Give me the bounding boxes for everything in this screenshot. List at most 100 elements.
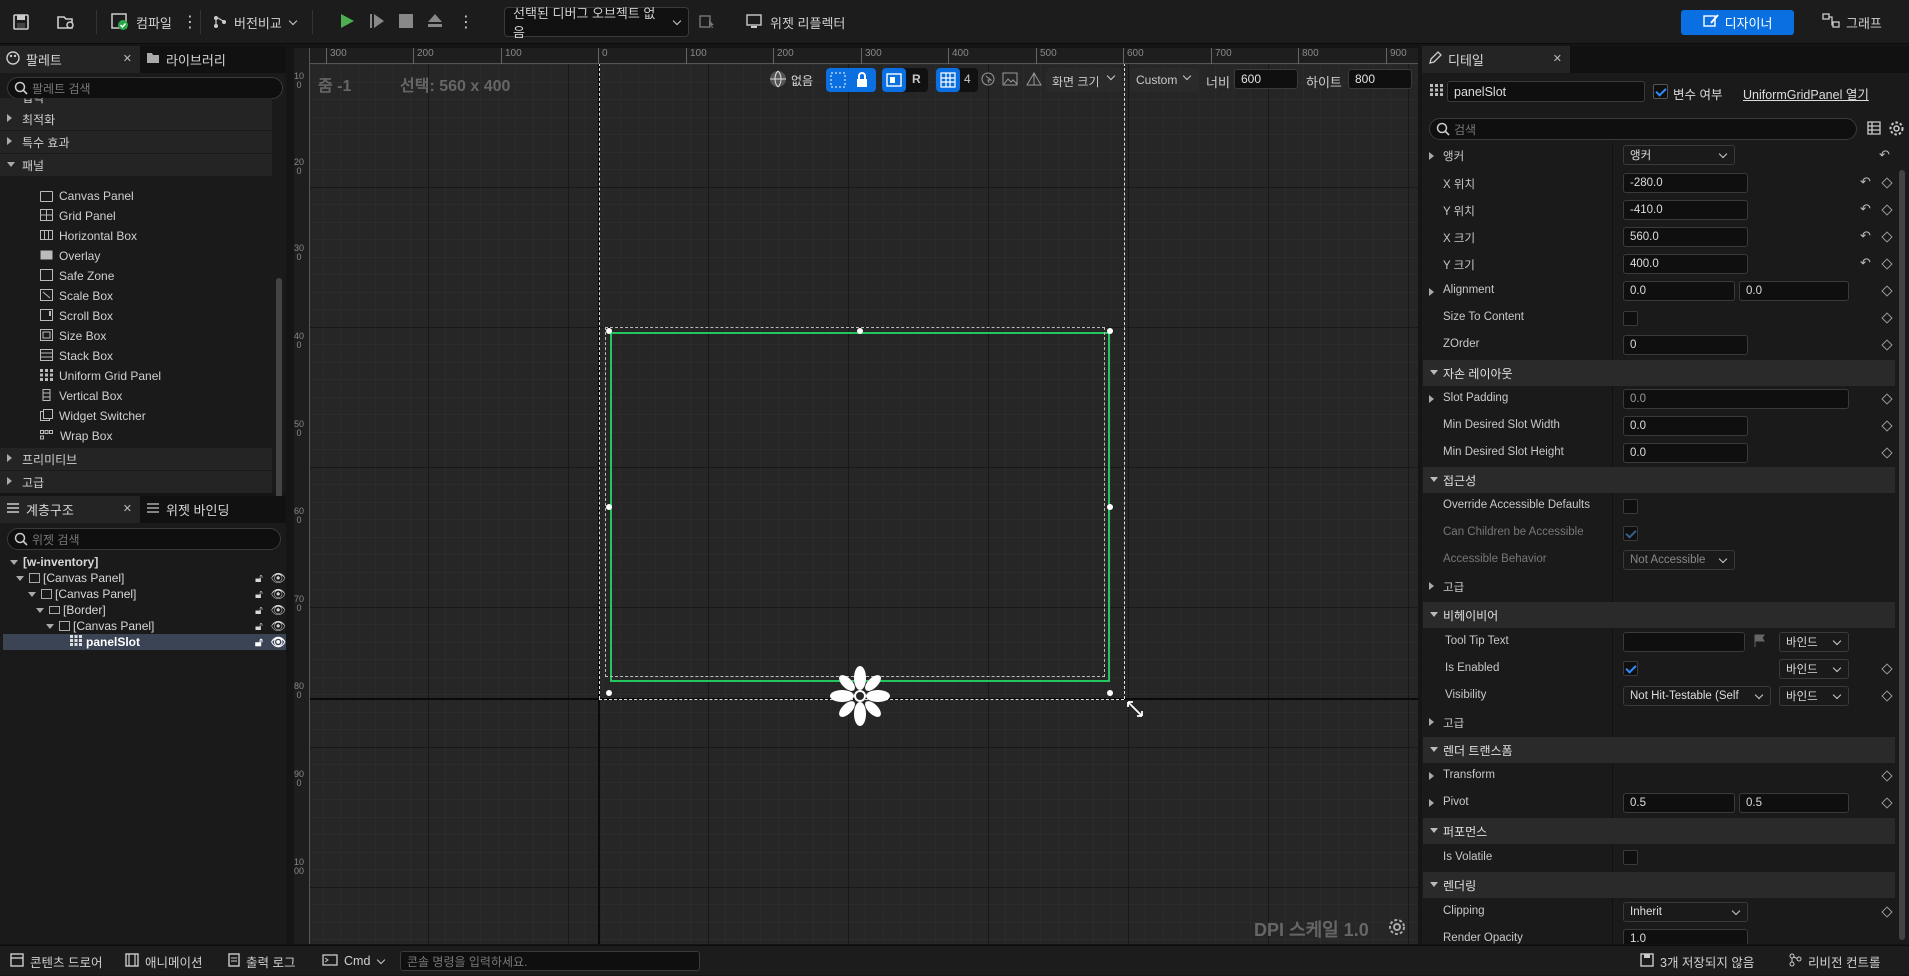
palette-item-widget-switcher[interactable]: Widget Switcher	[40, 406, 146, 426]
play-button[interactable]	[338, 8, 356, 36]
palette-item-vertical-box[interactable]: Vertical Box	[40, 386, 122, 406]
tree-row-border[interactable]: [Border] 🔓︎ 👁︎	[36, 602, 286, 618]
revision-control-button[interactable]: 리비전 컨트롤	[1788, 946, 1880, 976]
resize-handle-l[interactable]	[606, 504, 612, 510]
section-accessibility[interactable]: 접근성	[1423, 467, 1895, 493]
tab-widget-bindings[interactable]: 위젯 바인딩	[140, 496, 286, 523]
reset-icon[interactable]: ↶	[1860, 228, 1871, 244]
render-opacity-input[interactable]: 1.0	[1623, 929, 1748, 944]
alignment-y-input[interactable]: 0.0	[1739, 281, 1849, 301]
accessible-behavior-dropdown[interactable]: Not Accessible	[1623, 550, 1735, 570]
visibility-bind-dropdown[interactable]: 바인드	[1779, 686, 1849, 706]
is-variable-checkbox[interactable]	[1653, 84, 1668, 99]
expand-arrow-icon[interactable]	[1429, 772, 1434, 780]
tab-library[interactable]: 라이브러리	[140, 46, 286, 73]
palette-item-stack-box[interactable]: Stack Box	[40, 346, 113, 366]
expand-arrow-icon[interactable]	[1429, 718, 1434, 726]
palette-item-overlay[interactable]: Overlay	[40, 246, 100, 266]
visibility-dropdown[interactable]: Not Hit-Testable (Self	[1623, 686, 1771, 706]
keyframe-diamond-icon[interactable]	[1881, 770, 1893, 782]
keyframe-diamond-icon[interactable]	[1881, 204, 1893, 216]
tooltip-bind-dropdown[interactable]: 바인드	[1779, 632, 1849, 652]
reset-icon[interactable]: ↶	[1879, 147, 1890, 163]
expand-arrow-icon[interactable]	[1429, 582, 1434, 590]
palette-search-input[interactable]: 팔레트 검색	[7, 77, 283, 99]
resize-handle-br[interactable]	[1107, 690, 1113, 696]
eye-icon[interactable]: 👁︎	[271, 619, 286, 634]
table-view-icon[interactable]	[1867, 121, 1881, 138]
screen-size-dropdown[interactable]: 화면 크기	[1046, 68, 1122, 92]
content-drawer-button[interactable]: 콘텐츠 드로어	[10, 946, 102, 976]
keyframe-diamond-icon[interactable]	[1881, 231, 1893, 243]
eye-icon[interactable]: 👁︎	[271, 571, 286, 586]
tab-palette[interactable]: 팔레트 ✕	[0, 46, 140, 73]
lock-icon[interactable]: 🔓︎	[255, 619, 263, 634]
palette-category-panel[interactable]: 패널	[0, 154, 272, 176]
reset-icon[interactable]: ↶	[1860, 255, 1871, 271]
keyframe-diamond-icon[interactable]	[1881, 312, 1893, 324]
cmd-dropdown[interactable]: Cmd	[322, 946, 386, 976]
is-enabled-bind-dropdown[interactable]: 바인드	[1779, 659, 1849, 679]
palette-item-safe-zone[interactable]: Safe Zone	[40, 266, 114, 286]
resize-screen-icon[interactable]	[1126, 700, 1144, 721]
details-search-input[interactable]: 검색	[1429, 118, 1857, 140]
tooltip-input[interactable]	[1623, 632, 1745, 652]
section-child-layout[interactable]: 자손 레이아웃	[1423, 360, 1895, 386]
step-button[interactable]	[368, 8, 386, 36]
width-input[interactable]: 600	[1234, 69, 1298, 89]
override-accessible-checkbox[interactable]	[1623, 499, 1638, 514]
keyframe-diamond-icon[interactable]	[1881, 258, 1893, 270]
settings-gear-icon[interactable]	[1889, 121, 1904, 139]
dotted-box-icon[interactable]	[830, 72, 846, 91]
close-icon[interactable]: ✕	[123, 52, 132, 65]
palette-item-size-box[interactable]: Size Box	[40, 326, 106, 346]
section-performance[interactable]: 퍼포먼스	[1423, 818, 1895, 844]
keyframe-diamond-icon[interactable]	[1881, 420, 1893, 432]
alignment-x-input[interactable]: 0.0	[1623, 281, 1735, 301]
unsaved-button[interactable]: 3개 저장되지 않음	[1640, 946, 1754, 976]
eject-button[interactable]	[426, 8, 444, 36]
section-render-transform[interactable]: 렌더 트랜스폼	[1423, 737, 1895, 763]
resize-handle-r[interactable]	[1107, 504, 1113, 510]
designer-mode-button[interactable]: 디자이너	[1681, 10, 1794, 35]
grid-snap-value[interactable]: 4	[964, 72, 971, 86]
section-behavior[interactable]: 비헤이비어	[1423, 602, 1895, 628]
palette-category-special-effects[interactable]: 특수 효과	[0, 131, 272, 153]
palette-category-primitive[interactable]: 프리미티브	[0, 448, 272, 470]
console-input[interactable]: 콘솔 명령을 입력하세요.	[400, 951, 700, 971]
tree-row-canvas-panel-3[interactable]: [Canvas Panel] 🔓︎ 👁︎	[46, 618, 286, 634]
resize-handle-tr[interactable]	[1107, 328, 1113, 334]
image-preview-button[interactable]	[1000, 68, 1020, 92]
expand-arrow-icon[interactable]	[1429, 395, 1434, 403]
graph-mode-button[interactable]: 그래프	[1822, 10, 1882, 35]
widget-reflector-button[interactable]: 위젯 리플렉터	[746, 8, 845, 36]
pivot-y-input[interactable]: 0.5	[1739, 793, 1849, 813]
reset-icon[interactable]: ↶	[1860, 174, 1871, 190]
tree-row-root[interactable]: [w-inventory]	[10, 554, 286, 570]
keyframe-diamond-icon[interactable]	[1881, 393, 1893, 405]
palette-category-optimization[interactable]: 최적화	[0, 108, 272, 130]
x-size-input[interactable]: 560.0	[1623, 227, 1748, 247]
select-mode-button[interactable]	[978, 68, 998, 92]
close-icon[interactable]: ✕	[123, 502, 132, 515]
keyframe-diamond-icon[interactable]	[1881, 447, 1893, 459]
min-height-input[interactable]: 0.0	[1623, 443, 1748, 463]
keyframe-diamond-icon[interactable]	[1881, 797, 1893, 809]
layout-toggle-button[interactable]	[882, 68, 906, 92]
y-position-input[interactable]: -410.0	[1623, 200, 1748, 220]
hierarchy-search-input[interactable]: 위젯 검색	[7, 528, 281, 550]
save-button[interactable]	[12, 8, 30, 36]
palette-item-canvas-panel[interactable]: Canvas Panel	[40, 186, 134, 206]
tab-details[interactable]: 디테일 ✕	[1422, 46, 1570, 73]
tab-hierarchy[interactable]: 계층구조 ✕	[0, 496, 140, 523]
diff-button[interactable]: 버전비교	[212, 8, 298, 36]
keyframe-diamond-icon[interactable]	[1881, 177, 1893, 189]
min-width-input[interactable]: 0.0	[1623, 416, 1748, 436]
lock-icon[interactable]: 🔓︎	[255, 587, 263, 602]
close-icon[interactable]: ✕	[1553, 52, 1562, 65]
keyframe-diamond-icon[interactable]	[1881, 285, 1893, 297]
tree-row-canvas-panel-1[interactable]: [Canvas Panel] 🔓︎ 👁︎	[16, 570, 286, 586]
open-uniform-grid-link[interactable]: UniformGridPanel 열기	[1743, 84, 1869, 103]
debug-object-dropdown[interactable]: 선택된 디버그 오브젝트 없음	[504, 6, 689, 40]
eye-icon[interactable]: 👁︎	[271, 587, 286, 602]
